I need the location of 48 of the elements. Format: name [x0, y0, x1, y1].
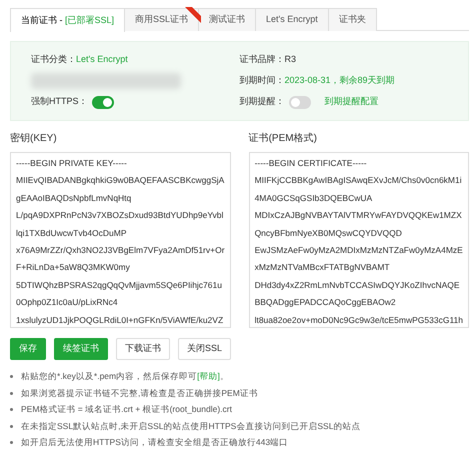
- certificate-label: 证书(PEM格式): [248, 132, 318, 146]
- code-line: -----BEGIN CERTIFICATE-----: [254, 157, 368, 170]
- code-line: BBQADggEPADCCAQoCggEBAOw2: [254, 296, 397, 310]
- note-text: 粘贴您的*.key以及*.pem内容，然后保存即可[帮助]。: [21, 370, 229, 384]
- note-text: 如开启后无法使用HTTPS访问，请检查安全组是否正确放行443端口: [21, 436, 288, 450]
- key-field[interactable]: [10, 152, 231, 328]
- code-line: MIIFKjCCBBKgAwIBAgISAwqEXvJcM/Chs0v0cn6kM1i: [254, 174, 463, 188]
- code-line: x76A9MrZZr/Qxh3NO2J3VBgElm7VFya2AmDf51rv+Or: [16, 244, 225, 258]
- code-line: L/pqA9DXPRnPcN3v7XBOZsDxud93BtdYUDhp9eYvbl: [16, 209, 224, 222]
- category-text: 证书分类：Let's Encrypt: [31, 53, 129, 66]
- certificate-field[interactable]: [248, 152, 470, 328]
- bullet-icon: [10, 392, 13, 395]
- code-line: 1xslulyzUD1JjkPOQGLRdiL0I+nGFKn/5ViAWfE/ku2VZ: [16, 314, 224, 327]
- note-text: PEM格式证书 = 域名证书.crt + 根证书(root_bundle).crt: [21, 403, 232, 416]
- code-line: -----BEGIN PRIVATE KEY-----: [16, 157, 128, 170]
- bullet-icon: [10, 441, 13, 444]
- key-label: 密钥(KEY): [10, 132, 58, 146]
- action-button[interactable]: 下载证书: [116, 338, 170, 360]
- force-https-label: 强制HTTPS：: [31, 95, 88, 108]
- code-line: QncyBFbmNyeXB0MQswCQYDVQQD: [254, 226, 403, 240]
- code-line: 0Ophp0Z1Ic0aU/pLixRNc4: [16, 296, 119, 310]
- bullet-icon: [10, 424, 13, 428]
- brand-text: 证书品牌：R3: [240, 53, 298, 66]
- code-line: F+RiLnDa+5aW8Q3MKW0my: [16, 261, 131, 274]
- expiry-text: 到期时间：2023-08-31，剩余89天到期: [240, 74, 396, 88]
- code-line: gEAAoIBAQDsNpbfLmvNqHtq: [16, 192, 132, 205]
- code-line: 5DTIWQhzBPSRAS2qgQqQvMjjavm5SQe6PIihjc761u: [16, 278, 223, 292]
- reminder-label: 到期提醒：: [240, 95, 284, 108]
- note-text: 如果浏览器提示证书链不完整,请检查是否正确拼接PEM证书: [21, 386, 258, 400]
- note-text: 在未指定SSL默认站点时,未开启SSL的站点使用HTTPS会直接访问到已开启SSL的站点: [21, 420, 360, 433]
- bullet-icon: [10, 408, 13, 412]
- toggle-switch[interactable]: [92, 96, 114, 108]
- tab[interactable]: 证书夹: [328, 8, 377, 31]
- code-line: lt8ua82oe2ov+moD0Nc9Gc9w3e/tcE5mwPG533cG11h: [254, 314, 464, 327]
- code-line: xMzMzNTVaMBcxFTATBgNVBAMT: [254, 261, 391, 274]
- tab[interactable]: 测试证书: [199, 8, 256, 31]
- toggle-switch[interactable]: [288, 96, 310, 108]
- tab[interactable]: Let's Encrypt: [256, 8, 329, 31]
- code-line: MIIEvQIBADANBgkqhkiG9w0BAQEFAASCBKcwggSjA: [16, 174, 225, 188]
- tab[interactable]: 商用SSL证书: [125, 8, 200, 31]
- code-line: lqi1TXBdUwcwTvb4OcDuMP: [16, 226, 128, 240]
- tab[interactable]: 当前证书 - [已部署SSL]: [10, 8, 126, 32]
- code-line: DHd3dy4xZ2RmLmNvbTCCASIwDQYJKoZIhvcNAQE: [254, 278, 461, 292]
- bullet-icon: [10, 375, 13, 378]
- code-line: 4MA0GCSqGSIb3DQEBCwUA: [254, 192, 374, 205]
- code-line: MDIxCzAJBgNVBAYTAlVTMRYwFAYDVQQKEw1MZX: [254, 209, 463, 222]
- code-line: EwJSMzAeFw0yMzA2MDIxMzMzNTZaFw0yMzA4MzE: [254, 244, 464, 258]
- action-button[interactable]: 关闭SSL: [178, 338, 232, 360]
